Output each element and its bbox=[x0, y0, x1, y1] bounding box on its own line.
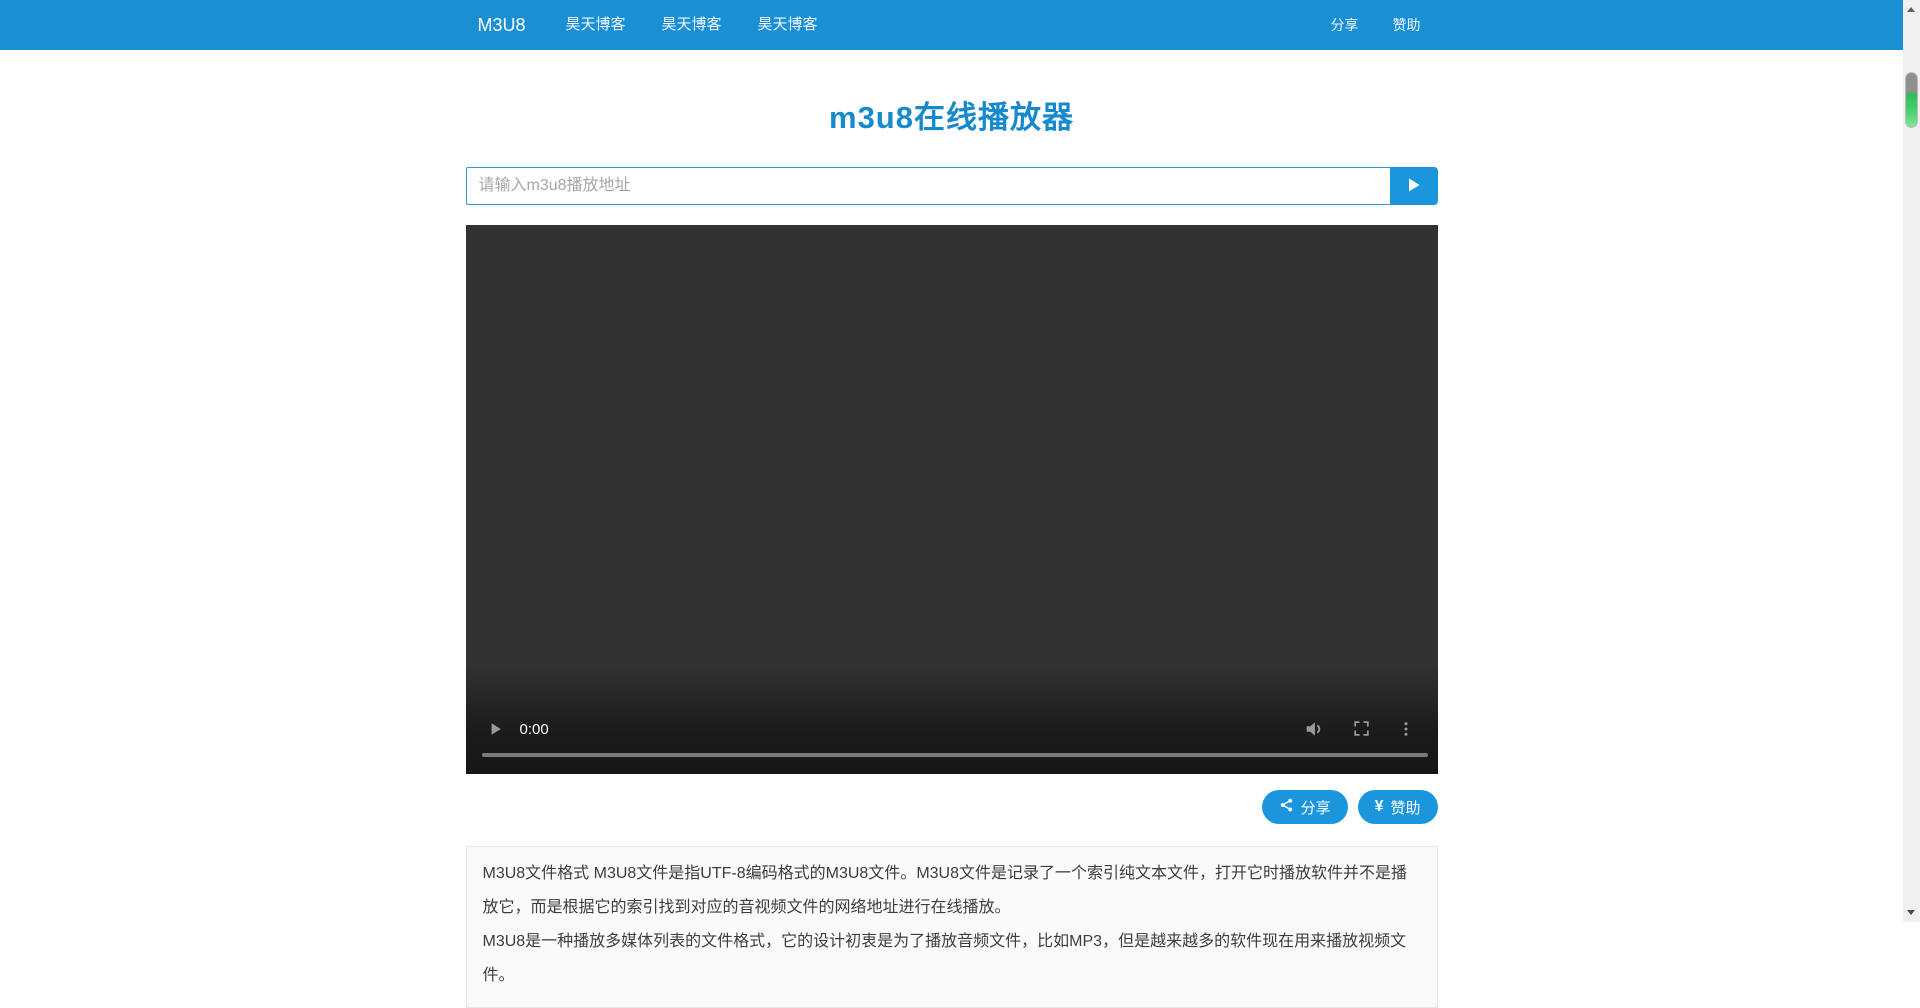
nav-link-blog-1[interactable]: 昊天博客 bbox=[548, 0, 644, 50]
overflow-menu-icon bbox=[1397, 720, 1415, 741]
navbar-inner: M3U8 昊天博客 昊天博客 昊天博客 分享 赞助 bbox=[466, 0, 1438, 50]
share-button[interactable]: 分享 bbox=[1262, 790, 1348, 824]
share-button-label: 分享 bbox=[1301, 797, 1331, 818]
nav-right: 分享 赞助 bbox=[1314, 0, 1438, 50]
volume-icon bbox=[1303, 718, 1325, 743]
video-volume-button[interactable] bbox=[1300, 716, 1328, 744]
share-nodes-icon bbox=[1279, 797, 1294, 817]
navbar: M3U8 昊天博客 昊天博客 昊天博客 分享 赞助 bbox=[0, 0, 1903, 50]
url-input-group bbox=[466, 167, 1438, 205]
video-fullscreen-button[interactable] bbox=[1348, 716, 1376, 744]
vertical-scrollbar[interactable] bbox=[1903, 0, 1920, 922]
play-icon bbox=[1406, 177, 1422, 196]
video-player[interactable]: 0:00 bbox=[466, 225, 1438, 774]
video-seekbar[interactable] bbox=[482, 753, 1428, 757]
main-container: m3u8在线播放器 0:00 bbox=[466, 92, 1438, 1008]
scrollbar-up-arrow-icon[interactable] bbox=[1907, 7, 1915, 12]
yen-icon: ¥ bbox=[1375, 798, 1384, 816]
play-submit-button[interactable] bbox=[1390, 167, 1438, 205]
brand-link[interactable]: M3U8 bbox=[466, 0, 538, 50]
m3u8-info-box: M3U8文件格式 M3U8文件是指UTF-8编码格式的M3U8文件。M3U8文件… bbox=[466, 846, 1438, 1008]
nav-donate-link[interactable]: 赞助 bbox=[1376, 0, 1438, 50]
nav-links: 昊天博客 昊天博客 昊天博客 bbox=[548, 0, 836, 50]
info-paragraph: M3U8是一种播放多媒体列表的文件格式，它的设计初衷是为了播放音频文件，比如MP… bbox=[483, 925, 1421, 993]
page-title: m3u8在线播放器 bbox=[466, 92, 1438, 137]
donate-button-label: 赞助 bbox=[1390, 797, 1420, 818]
donate-button[interactable]: ¥ 赞助 bbox=[1358, 790, 1438, 824]
video-overflow-menu-button[interactable] bbox=[1392, 716, 1420, 744]
nav-link-blog-3[interactable]: 昊天博客 bbox=[740, 0, 836, 50]
video-current-time: 0:00 bbox=[520, 721, 549, 738]
page: M3U8 昊天博客 昊天博客 昊天博客 分享 赞助 m3u8在线播放器 bbox=[0, 0, 1903, 1008]
video-play-button[interactable] bbox=[482, 716, 510, 744]
video-controls-bar: 0:00 bbox=[466, 708, 1438, 774]
scrollbar-thumb[interactable] bbox=[1905, 72, 1918, 128]
scrollbar-down-arrow-icon[interactable] bbox=[1907, 910, 1915, 915]
info-paragraph: M3U8文件格式 M3U8文件是指UTF-8编码格式的M3U8文件。M3U8文件… bbox=[483, 857, 1421, 925]
nav-share-link[interactable]: 分享 bbox=[1314, 0, 1376, 50]
m3u8-url-input[interactable] bbox=[466, 167, 1390, 205]
fullscreen-icon bbox=[1352, 719, 1371, 741]
nav-link-blog-2[interactable]: 昊天博客 bbox=[644, 0, 740, 50]
play-icon bbox=[489, 722, 503, 739]
action-buttons-row: 分享 ¥ 赞助 bbox=[466, 790, 1438, 824]
